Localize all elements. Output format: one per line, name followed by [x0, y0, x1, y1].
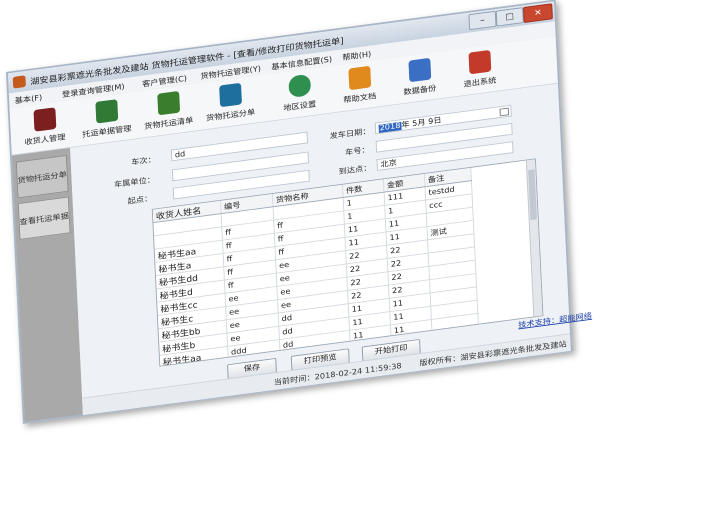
tool-label: 货物托运分单 [205, 108, 256, 124]
exit-icon [468, 49, 492, 75]
date-year: 2018 [378, 121, 402, 134]
tool-consignee[interactable]: 收货人管理 [13, 103, 75, 152]
shipment-table-body: 收货人姓名 编号 货物名称 件数 金额 备注 1 111 testdd ff ff 1 1 c… [152, 167, 481, 367]
tool-label: 退出系统 [463, 76, 497, 90]
person-icon [33, 107, 57, 132]
maximize-button[interactable]: □ [495, 7, 524, 27]
tool-label: 货物托运清单 [143, 116, 194, 132]
tool-label: 收货人管理 [24, 133, 66, 148]
tool-label: 帮助文档 [343, 92, 377, 106]
help-doc-icon [348, 65, 372, 91]
truck-split-icon [219, 82, 242, 108]
screenshot-stage: 湖安县彩票遮光条批发及建站 货物托运管理软件 - [查看/修改打印货物托运单] … [0, 0, 728, 530]
date-label: 发车日期： [329, 127, 371, 142]
nav-view-waybill[interactable]: 查看托运单据 [17, 196, 71, 240]
tool-waybill[interactable]: 托运单据管理 [75, 95, 137, 144]
truck-icon [95, 99, 119, 124]
app-logo-icon [12, 75, 26, 89]
close-button[interactable]: ✕ [523, 3, 553, 23]
tool-shipping-list[interactable]: 货物托运清单 [137, 87, 199, 136]
nav-shipping-split[interactable]: 货物托运分单 [15, 155, 69, 199]
tool-label: 地区设置 [283, 100, 317, 114]
plate-label: 车号： [344, 146, 370, 158]
tool-help-doc[interactable]: 帮助文档 [328, 62, 390, 111]
date-rest: 年 5月 9日 [401, 116, 442, 131]
calendar-icon[interactable] [499, 107, 510, 117]
tool-label: 数据备份 [403, 84, 437, 98]
tool-exit[interactable]: 退出系统 [448, 46, 510, 95]
table-scrollbar[interactable] [525, 159, 543, 317]
backup-icon [408, 57, 432, 83]
tool-shipping-split[interactable]: 货物托运分单 [199, 79, 261, 128]
app-window: 湖安县彩票遮光条批发及建站 货物托运管理软件 - [查看/修改打印货物托运单] … [6, 0, 592, 424]
truck-list-icon [157, 90, 181, 116]
tool-label: 托运单据管理 [82, 124, 132, 140]
contact-label: 车属单位： [113, 175, 156, 190]
globe-icon [288, 73, 312, 99]
tool-backup[interactable]: 数据备份 [388, 54, 450, 103]
dest-label: 到达点： [338, 164, 372, 177]
scrollbar-thumb[interactable] [528, 169, 537, 220]
tool-region[interactable]: 地区设置 [268, 70, 330, 119]
start-label: 起点： [127, 194, 153, 207]
carrier-label: 车次： [131, 155, 157, 168]
minimize-button[interactable]: – [468, 10, 497, 31]
